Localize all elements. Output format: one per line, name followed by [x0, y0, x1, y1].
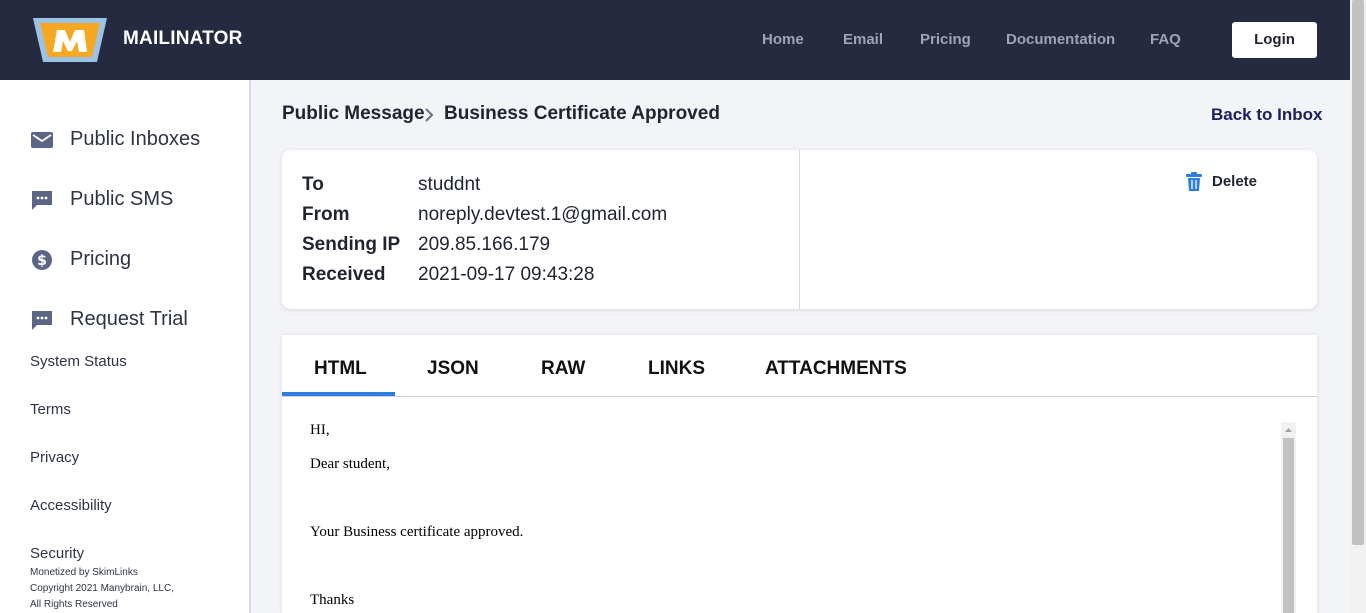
- to-value: studdnt: [418, 174, 481, 195]
- message-meta-card: To studdnt From noreply.devtest.1@gmail.…: [282, 150, 1317, 309]
- sidebar-link-security[interactable]: Security: [30, 545, 84, 562]
- tab-links[interactable]: LINKS: [648, 358, 705, 380]
- page-scrollbar-thumb[interactable]: [1352, 0, 1364, 545]
- nav-documentation[interactable]: Documentation: [1006, 31, 1115, 48]
- dollar-circle-icon: $: [32, 250, 52, 270]
- message-line: HI,: [310, 422, 330, 438]
- sidebar-link-privacy[interactable]: Privacy: [30, 449, 79, 466]
- back-to-inbox-link[interactable]: Back to Inbox: [1211, 105, 1322, 125]
- top-navbar: MAILINATOR Home Email Pricing Documentat…: [0, 0, 1350, 80]
- login-button[interactable]: Login: [1232, 22, 1317, 58]
- nav-email[interactable]: Email: [843, 31, 883, 48]
- delete-label: Delete: [1212, 173, 1258, 190]
- nav-home[interactable]: Home: [762, 31, 804, 48]
- nav-faq[interactable]: FAQ: [1150, 31, 1181, 48]
- breadcrumb-root[interactable]: Public Message: [282, 103, 425, 125]
- message-line: Thanks: [310, 592, 355, 608]
- svg-text:$: $: [37, 253, 47, 269]
- sidebar-link-terms[interactable]: Terms: [30, 401, 71, 418]
- trash-icon: [1186, 172, 1202, 191]
- tabs-divider: [282, 396, 1317, 397]
- from-label: From: [302, 204, 350, 225]
- sidebar-link-accessibility[interactable]: Accessibility: [30, 497, 112, 514]
- sidebar-item-label: Pricing: [70, 248, 132, 270]
- scroll-up-arrow-icon[interactable]: [1281, 422, 1296, 438]
- mailinator-logo[interactable]: [31, 14, 109, 66]
- message-line: Your Business certificate approved.: [310, 524, 524, 540]
- tab-raw[interactable]: RAW: [541, 358, 585, 380]
- from-value: noreply.devtest.1@gmail.com: [418, 204, 668, 225]
- tab-json[interactable]: JSON: [427, 358, 479, 380]
- message-panel: HTML JSON RAW LINKS ATTACHMENTS HI, Dear…: [282, 335, 1317, 613]
- sidebar-item-label: Public Inboxes: [70, 128, 201, 150]
- to-label: To: [302, 174, 324, 195]
- sidebar-item-label: Request Trial: [70, 308, 188, 330]
- message-scrollbar-thumb[interactable]: [1283, 438, 1294, 613]
- envelope-icon: [31, 132, 53, 148]
- tab-attachments[interactable]: ATTACHMENTS: [765, 358, 907, 380]
- copyright-note: Copyright 2021 Manybrain, LLC,: [30, 583, 174, 594]
- monetized-note[interactable]: Monetized by SkimLinks: [30, 567, 138, 578]
- page-title: Business Certificate Approved: [444, 103, 720, 124]
- sidebar: Public Inboxes Public SMS $ Pricing Requ…: [0, 80, 251, 613]
- card-divider: [799, 150, 800, 309]
- rights-note: All Rights Reserved: [30, 599, 118, 610]
- sending-ip-label: Sending IP: [302, 234, 401, 255]
- message-body-frame: HI, Dear student, Your Business certific…: [282, 417, 1297, 613]
- brand-name[interactable]: MAILINATOR: [123, 28, 243, 50]
- message-line: Dear student,: [310, 456, 390, 472]
- chat-bubble-icon: [32, 311, 52, 330]
- sidebar-item-label: Public SMS: [70, 188, 174, 210]
- sidebar-link-system-status[interactable]: System Status: [30, 353, 127, 370]
- tab-html[interactable]: HTML: [314, 358, 367, 380]
- sending-ip-value: 209.85.166.179: [418, 234, 551, 255]
- received-value: 2021-09-17 09:43:28: [418, 264, 595, 285]
- received-label: Received: [302, 264, 386, 285]
- nav-pricing[interactable]: Pricing: [920, 31, 971, 48]
- chat-bubble-icon: [32, 191, 52, 210]
- chevron-right-icon: [425, 108, 434, 122]
